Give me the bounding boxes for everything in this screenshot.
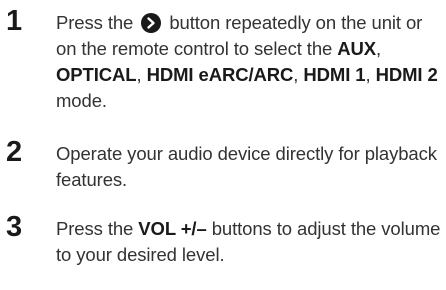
step-text: Press the VOL +/– buttons to adjust the … bbox=[56, 216, 444, 268]
step-text: Press the button repeatedly on the unit … bbox=[56, 10, 444, 114]
step-text-segment: Press the bbox=[56, 218, 134, 239]
step-text: Operate your audio device directly for p… bbox=[56, 143, 437, 190]
step-text-segment: mode. bbox=[56, 90, 107, 111]
mode-optical: OPTICAL bbox=[56, 64, 137, 85]
mode-hdmi-2: HDMI 2 bbox=[375, 64, 438, 85]
separator: , bbox=[376, 38, 382, 59]
mode-hdmi-1: HDMI 1 bbox=[303, 64, 366, 85]
separator: , bbox=[136, 64, 147, 85]
mode-hdmi-earc-arc: HDMI eARC/ARC bbox=[146, 64, 294, 85]
step-text-segment: Press the bbox=[56, 12, 134, 33]
mode-aux: AUX bbox=[337, 38, 377, 59]
step-number: 1 bbox=[6, 5, 23, 37]
step-number: 3 bbox=[6, 211, 23, 243]
vol-button-label: VOL +/– bbox=[138, 218, 207, 239]
separator: , bbox=[293, 64, 304, 85]
step-number: 2 bbox=[6, 136, 23, 168]
separator: , bbox=[365, 64, 376, 85]
source-button-icon bbox=[141, 13, 162, 33]
